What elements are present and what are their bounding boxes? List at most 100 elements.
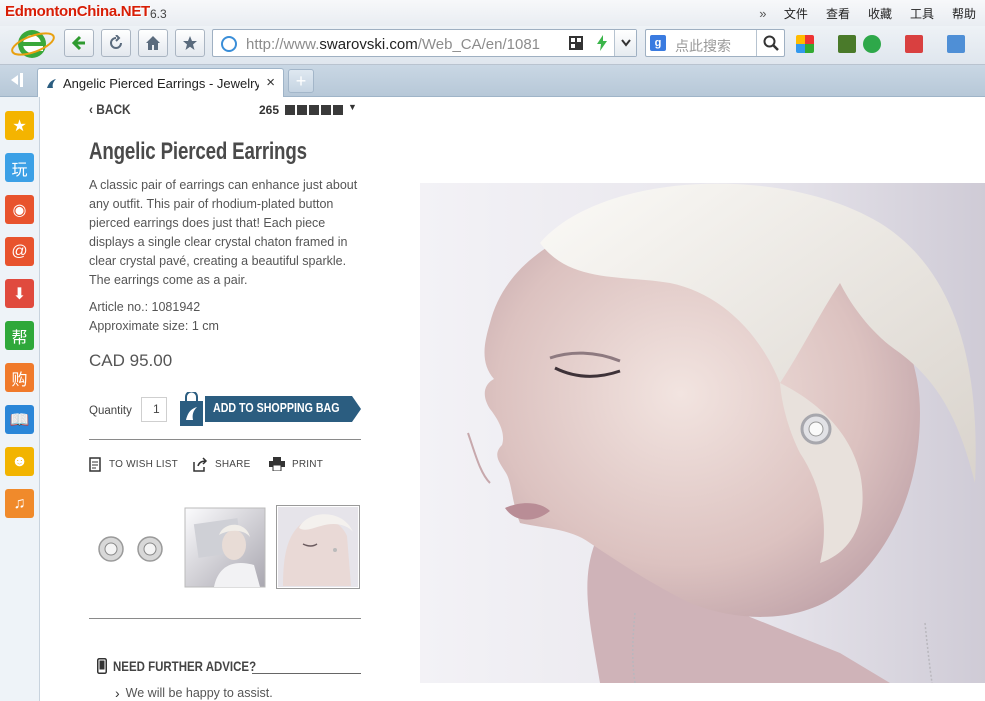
tools-icon[interactable]: [947, 35, 965, 53]
search-icon: [763, 35, 779, 51]
tab-close-icon[interactable]: ×: [266, 74, 275, 91]
favorite-button[interactable]: [175, 29, 205, 57]
add-to-bag-label: ADD TO SHOPPING BAG: [213, 400, 340, 415]
product-title: Angelic Pierced Earrings: [89, 138, 307, 165]
star-icon[interactable]: ★: [5, 111, 34, 140]
app-version: 6.3: [150, 7, 167, 21]
pager-count: 265: [259, 103, 280, 117]
browser-logo-icon: [11, 30, 55, 58]
hero-model-image: [420, 183, 985, 683]
new-tab-button[interactable]: +: [288, 69, 314, 93]
collapse-sidebar-icon: [11, 73, 23, 87]
pager-square[interactable]: [285, 105, 296, 115]
product-description: A classic pair of earrings can enhance j…: [89, 178, 358, 287]
tab-title: Angelic Pierced Earrings - Jewelry: [63, 76, 259, 91]
chevron-right-icon: ›: [115, 685, 120, 701]
sidebar-toggle[interactable]: [8, 73, 26, 87]
back-button[interactable]: [64, 29, 94, 57]
tab-angelic-earrings[interactable]: Angelic Pierced Earrings - Jewelry ×: [37, 68, 284, 97]
earrings-product-image: [98, 536, 163, 562]
advice-section-header: NEED FURTHER ADVICE?: [97, 658, 288, 674]
share-icon: [193, 457, 208, 472]
wishlist-link[interactable]: TO WISH LIST: [89, 457, 178, 472]
refresh-icon: [110, 35, 122, 49]
menu-item-help[interactable]: 帮助: [943, 5, 985, 22]
quantity-input[interactable]: 1: [141, 397, 167, 422]
model-profile-image: [278, 507, 358, 587]
search-input[interactable]: 点此搜索: [675, 36, 731, 56]
chevron-down-icon: [620, 39, 631, 47]
qr-code-icon[interactable]: [569, 36, 583, 50]
help-icon[interactable]: 帮: [5, 321, 34, 350]
back-label: BACK: [96, 101, 131, 117]
thumbnail-model-2-selected[interactable]: [276, 505, 360, 589]
star-icon: [183, 36, 197, 50]
home-icon: [146, 36, 160, 50]
menu-item-favorites[interactable]: 收藏: [859, 5, 901, 22]
print-label: PRINT: [292, 458, 323, 470]
quantity-label: Quantity: [89, 405, 132, 417]
share-link[interactable]: SHARE: [193, 457, 250, 472]
watermark-logo: EdmontonChina.NET: [5, 3, 150, 20]
refresh-button[interactable]: [101, 29, 131, 57]
model-photo-image: [184, 507, 266, 588]
music-icon[interactable]: ♫: [5, 489, 34, 518]
advice-link[interactable]: › We will be happy to assist.: [115, 685, 273, 701]
menu-item-tools[interactable]: 工具: [901, 5, 943, 22]
search-box[interactable]: g 点此搜索: [645, 29, 785, 57]
navigation-toolbar: http://www.swarovski.com/Web_CA/en/1081 …: [0, 26, 985, 65]
address-bar[interactable]: http://www.swarovski.com/Web_CA/en/1081: [212, 29, 637, 57]
page-icon: [221, 36, 237, 52]
pager-square[interactable]: [297, 105, 308, 115]
menu-item-view[interactable]: 查看: [817, 5, 859, 22]
tab-bar: Angelic Pierced Earrings - Jewelry × +: [0, 65, 985, 97]
address-dropdown[interactable]: [614, 30, 636, 56]
lightning-icon[interactable]: [596, 35, 608, 51]
menu-bar: » 文件 查看 收藏 工具 帮助: [751, 0, 985, 26]
pager-square[interactable]: [333, 105, 344, 115]
wishlist-icon: [89, 457, 101, 472]
left-sidebar: ★ 玩 ◉ @ ⬇ 帮购 📖 ☻ ♫: [0, 97, 40, 701]
title-bar: EdmontonChina.NET 6.3 » 文件 查看 收藏 工具 帮助: [0, 0, 985, 26]
mobile-phone-icon: [97, 658, 107, 674]
download-icon[interactable]: ⬇: [5, 279, 34, 308]
thumbnail-model-1[interactable]: [184, 507, 266, 589]
security-icon[interactable]: [863, 35, 881, 53]
print-link[interactable]: PRINT: [269, 457, 323, 471]
wishlist-label: TO WISH LIST: [109, 459, 178, 470]
advice-title: NEED FURTHER ADVICE?: [113, 658, 257, 674]
google-icon[interactable]: g: [650, 35, 666, 51]
printer-icon: [269, 457, 285, 471]
share-label: SHARE: [215, 459, 251, 470]
swarovski-swan-icon: [47, 79, 56, 88]
book-icon[interactable]: 📖: [5, 405, 34, 434]
product-price: CAD 95.00: [89, 351, 173, 370]
translate-icon[interactable]: [905, 35, 923, 53]
pager-square[interactable]: [321, 105, 332, 115]
article-number: Article no.: 1081942: [89, 300, 201, 314]
fun-face-icon[interactable]: ☻: [5, 447, 34, 476]
divider: [89, 618, 361, 619]
approximate-size: Approximate size: 1 cm: [89, 319, 219, 333]
pager-square[interactable]: [309, 105, 320, 115]
mail-icon[interactable]: @: [5, 237, 34, 266]
video-icon[interactable]: [838, 35, 856, 53]
search-button[interactable]: [756, 30, 784, 56]
add-to-shopping-bag-button[interactable]: ADD TO SHOPPING BAG: [179, 392, 361, 426]
home-button[interactable]: [138, 29, 168, 57]
product-pager[interactable]: 265 ▼: [259, 102, 357, 117]
apps-icon[interactable]: [796, 35, 814, 53]
chevron-left-icon: ‹: [89, 101, 97, 117]
address-url[interactable]: http://www.swarovski.com/Web_CA/en/1081: [246, 36, 540, 53]
pager-caret-icon[interactable]: ▼: [348, 102, 357, 112]
advice-text: We will be happy to assist.: [125, 686, 273, 700]
thumbnail-earrings[interactable]: [89, 507, 171, 589]
menu-item-file[interactable]: 文件: [775, 5, 817, 22]
weibo-icon[interactable]: ◉: [5, 195, 34, 224]
model-earring-photo: [420, 183, 985, 683]
menu-overflow-chevron[interactable]: »: [751, 6, 775, 21]
back-link[interactable]: ‹ BACK: [89, 101, 131, 117]
arrow-left-icon: [71, 35, 85, 51]
shopping-icon[interactable]: 购: [5, 363, 34, 392]
play-icon[interactable]: 玩: [5, 153, 34, 182]
